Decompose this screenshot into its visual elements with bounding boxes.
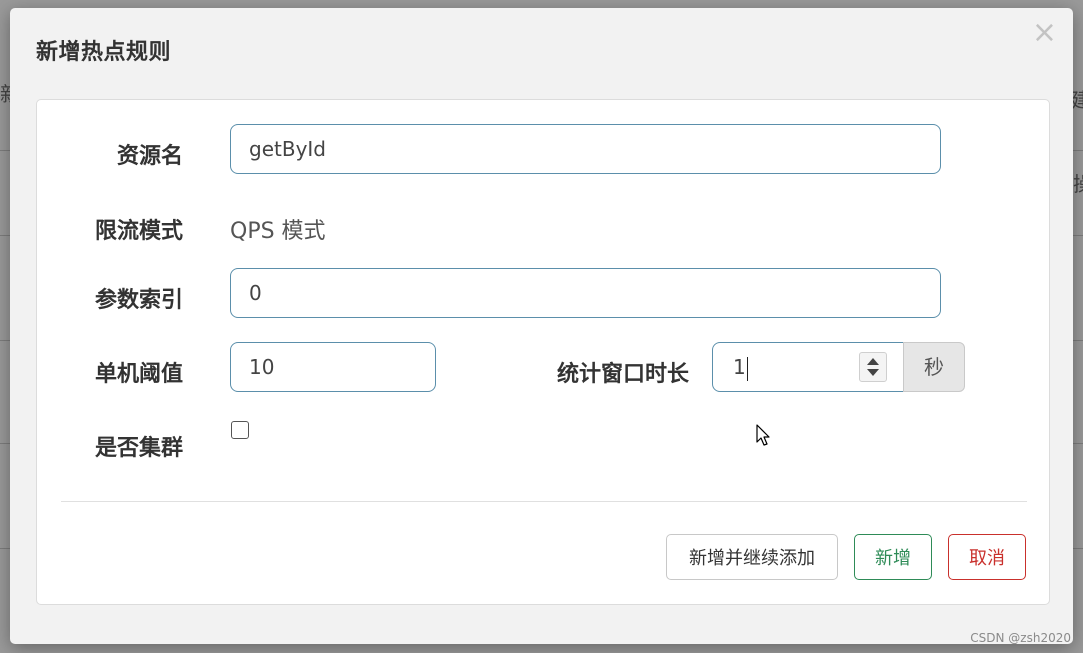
window-duration-label: 统计窗口时长 <box>556 362 689 387</box>
window-unit-addon: 秒 <box>903 342 965 392</box>
arrow-up-icon[interactable] <box>867 358 879 365</box>
param-index-input[interactable]: 0 <box>230 268 941 318</box>
threshold-label: 单机阈值 <box>94 362 183 387</box>
param-index-label: 参数索引 <box>94 288 183 313</box>
threshold-input[interactable]: 10 <box>230 342 436 392</box>
dialog-title: 新增热点规则 <box>36 40 172 65</box>
cluster-checkbox[interactable] <box>231 421 249 439</box>
add-button[interactable]: 新增 <box>854 534 932 580</box>
mode-label: 限流模式 <box>94 219 183 244</box>
add-and-continue-button[interactable]: 新增并继续添加 <box>666 534 838 580</box>
window-duration-group: 1 秒 <box>712 342 966 392</box>
resource-name-label: 资源名 <box>116 144 183 169</box>
mode-value: QPS 模式 <box>230 219 326 244</box>
window-duration-value: 1 <box>733 355 746 379</box>
resource-name-input[interactable]: getById <box>230 124 941 174</box>
cluster-label: 是否集群 <box>94 436 183 461</box>
form-panel: 资源名 getById 限流模式 QPS 模式 参数索引 0 单机阈值 10 统… <box>36 99 1050 605</box>
watermark: CSDN @zsh2020 <box>970 631 1071 645</box>
mouse-cursor-icon <box>756 424 770 446</box>
text-caret <box>746 356 748 381</box>
close-icon[interactable]: × <box>1032 18 1057 48</box>
arrow-down-icon[interactable] <box>867 369 879 376</box>
hotspot-rule-dialog: 新增热点规则 × 资源名 getById 限流模式 QPS 模式 参数索引 0 … <box>10 8 1073 644</box>
footer-divider <box>61 501 1027 502</box>
background-text: 操 <box>1073 168 1083 197</box>
cancel-button[interactable]: 取消 <box>948 534 1026 580</box>
spinner-arrows-icon[interactable] <box>859 352 887 382</box>
